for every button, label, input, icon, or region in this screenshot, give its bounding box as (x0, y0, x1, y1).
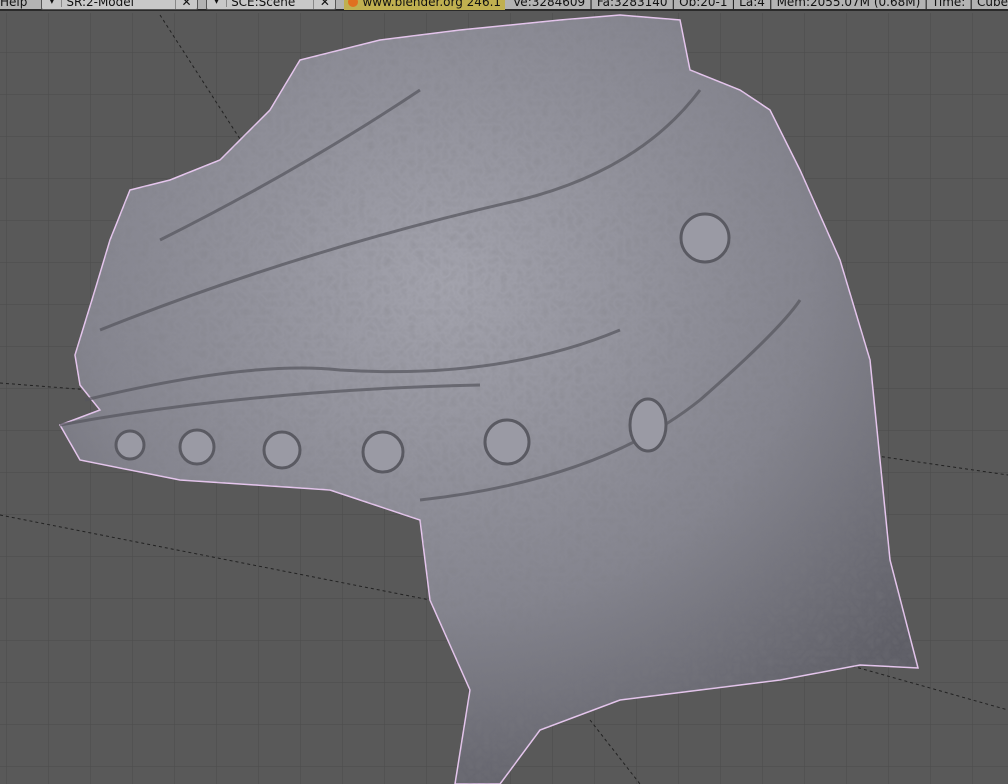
info-header: Help ▾ SR:2-Model ✕ ▾ SCE:Scene ✕ www.bl… (0, 0, 1008, 11)
screen-selector[interactable]: ▾ SR:2-Model ✕ (41, 0, 199, 10)
screen-browse-icon[interactable]: ▾ (42, 0, 63, 7)
blender-logo-icon (348, 0, 359, 7)
scene-stats: Ve:3284609 | Fa:3283140 | Ob:20-1 | La:4… (513, 0, 1008, 9)
screen-delete-icon[interactable]: ✕ (175, 0, 197, 9)
scene-selector[interactable]: ▾ SCE:Scene ✕ (206, 0, 337, 10)
scene-name[interactable]: SCE:Scene (227, 0, 313, 9)
screen-name[interactable]: SR:2-Model (62, 0, 175, 9)
site-text: www.blender.org 246.1 (362, 0, 502, 9)
3d-viewport[interactable] (0, 13, 1008, 784)
scene-delete-icon[interactable]: ✕ (313, 0, 335, 9)
scene-browse-icon[interactable]: ▾ (207, 0, 228, 7)
blender-link[interactable]: www.blender.org 246.1 (344, 0, 506, 10)
menu-help[interactable]: Help (0, 0, 33, 9)
